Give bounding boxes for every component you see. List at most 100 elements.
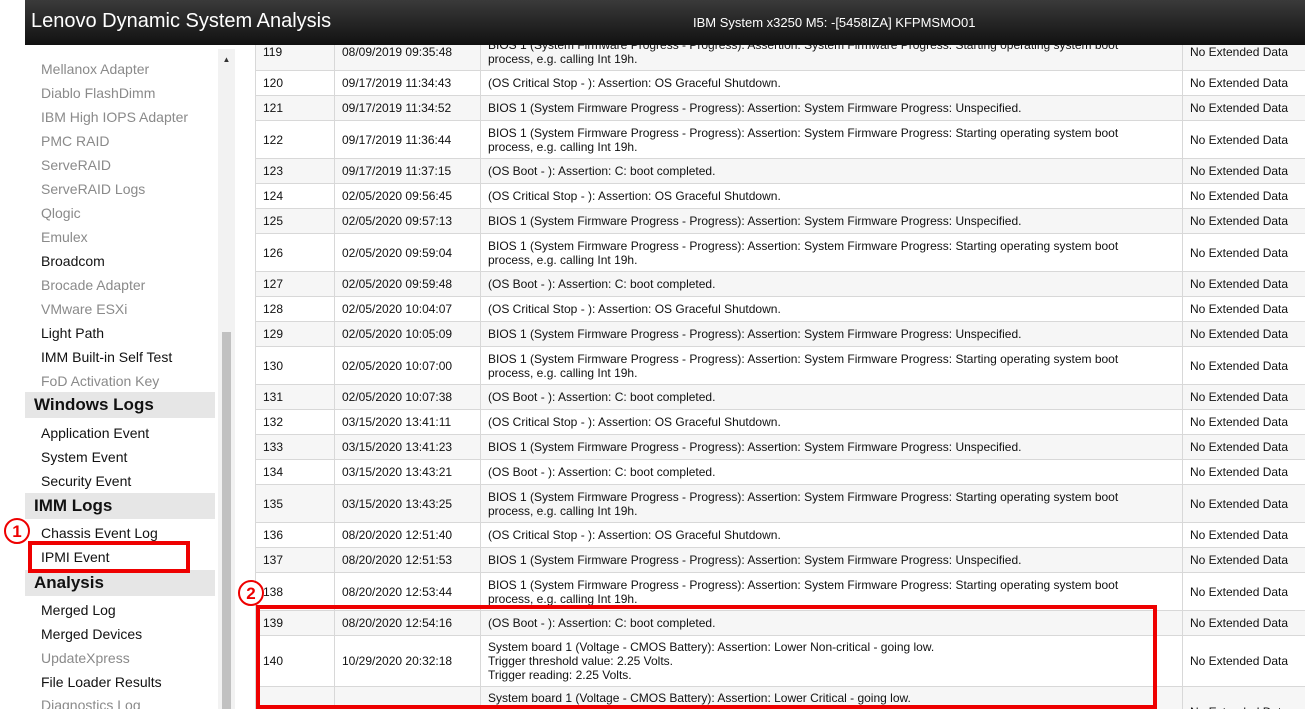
- event-message-cell: (OS Critical Stop - ): Assertion: OS Gra…: [480, 409, 1183, 435]
- scroll-up-arrow-icon[interactable]: ▲: [218, 53, 235, 67]
- event-message-line: BIOS 1 (System Firmware Progress - Progr…: [488, 214, 1022, 228]
- sidebar-item-diagnostics-log[interactable]: Diagnostics Log: [41, 697, 141, 709]
- table-row[interactable]: 130 02/05/2020 10:07:00 BIOS 1 (System Fir…: [255, 346, 1305, 385]
- sidebar-item-serveraid-logs[interactable]: ServeRAID Logs: [41, 181, 145, 197]
- sidebar-item-imm-built-in-self-test[interactable]: IMM Built-in Self Test: [41, 349, 172, 365]
- event-message-line: (OS Boot - ): Assertion: C: boot complet…: [488, 465, 716, 479]
- event-message-cell: BIOS 1 (System Firmware Progress - Progr…: [480, 346, 1183, 385]
- event-time-cell: 02/05/2020 10:07:00: [334, 346, 481, 385]
- sidebar-item-emulex[interactable]: Emulex: [41, 229, 88, 245]
- event-id-cell: 129: [255, 321, 335, 347]
- event-id-cell: 135: [255, 484, 335, 523]
- event-id-cell: 127: [255, 271, 335, 297]
- annotation-marker-1: 1: [4, 518, 30, 544]
- table-row[interactable]: 125 02/05/2020 09:57:13 BIOS 1 (System Fir…: [255, 208, 1305, 234]
- event-time-cell: 03/15/2020 13:43:21: [334, 459, 481, 485]
- extended-data-cell: No Extended Data: [1182, 346, 1305, 385]
- event-message-cell: BIOS 1 (System Firmware Progress - Progr…: [480, 233, 1183, 272]
- event-message-cell: BIOS 1 (System Firmware Progress - Progr…: [480, 45, 1183, 71]
- sidebar-item-system-event[interactable]: System Event: [41, 449, 127, 465]
- sidebar-item-mellanox-adapter[interactable]: Mellanox Adapter: [41, 61, 149, 77]
- event-time-cell: 08/20/2020 12:51:53: [334, 547, 481, 573]
- event-message-line: (OS Critical Stop - ): Assertion: OS Gra…: [488, 302, 781, 316]
- event-id-cell: 125: [255, 208, 335, 234]
- sidebar-item-serveraid[interactable]: ServeRAID: [41, 157, 111, 173]
- extended-data-cell: No Extended Data: [1182, 70, 1305, 96]
- table-row[interactable]: 134 03/15/2020 13:43:21 (OS Boot - ): Asse…: [255, 459, 1305, 485]
- sidebar-item-brocade-adapter[interactable]: Brocade Adapter: [41, 277, 145, 293]
- event-message-line: BIOS 1 (System Firmware Progress - Progr…: [488, 440, 1022, 454]
- event-message-line: BIOS 1 (System Firmware Progress - Progr…: [488, 577, 1119, 592]
- sidebar-item-qlogic[interactable]: Qlogic: [41, 205, 81, 221]
- sidebar-item-security-event[interactable]: Security Event: [41, 473, 131, 489]
- event-message-line: BIOS 1 (System Firmware Progress - Progr…: [488, 125, 1119, 140]
- table-row[interactable]: 136 08/20/2020 12:51:40 (OS Critical Stop …: [255, 522, 1305, 548]
- event-message-line: (OS Boot - ): Assertion: C: boot complet…: [488, 164, 716, 178]
- extended-data-cell: No Extended Data: [1182, 686, 1305, 709]
- event-id-cell: 124: [255, 183, 335, 209]
- table-row[interactable]: 128 02/05/2020 10:04:07 (OS Critical Stop …: [255, 296, 1305, 322]
- event-message-line: BIOS 1 (System Firmware Progress - Progr…: [488, 489, 1119, 504]
- highlight-box-ipmi-event: [28, 541, 190, 573]
- extended-data-cell: No Extended Data: [1182, 547, 1305, 573]
- system-title: IBM System x3250 M5: -[5458IZA] KFPMSMO0…: [693, 15, 976, 30]
- event-time-cell: 08/20/2020 12:51:40: [334, 522, 481, 548]
- table-row[interactable]: 120 09/17/2019 11:34:43 (OS Critical Stop …: [255, 70, 1305, 96]
- sidebar-item-ibm-high-iops-adapter[interactable]: IBM High IOPS Adapter: [41, 109, 188, 125]
- table-row[interactable]: 133 03/15/2020 13:41:23 BIOS 1 (System Fir…: [255, 434, 1305, 460]
- sidebar-item-updatexpress[interactable]: UpdateXpress: [41, 650, 130, 666]
- table-row[interactable]: 127 02/05/2020 09:59:48 (OS Boot - ): Asse…: [255, 271, 1305, 297]
- extended-data-cell: No Extended Data: [1182, 45, 1305, 71]
- extended-data-cell: No Extended Data: [1182, 635, 1305, 687]
- extended-data-cell: No Extended Data: [1182, 384, 1305, 410]
- section-header-imm-logs: IMM Logs: [25, 493, 215, 519]
- sidebar-item-light-path[interactable]: Light Path: [41, 325, 104, 341]
- scrollbar-thumb[interactable]: [222, 332, 231, 709]
- table-row[interactable]: 123 09/17/2019 11:37:15 (OS Boot - ): Asse…: [255, 158, 1305, 184]
- sidebar-item-diablo-flashdimm[interactable]: Diablo FlashDimm: [41, 85, 155, 101]
- sidebar-item-file-loader-results[interactable]: File Loader Results: [41, 674, 162, 690]
- sidebar-item-merged-log[interactable]: Merged Log: [41, 602, 116, 618]
- table-row[interactable]: 124 02/05/2020 09:56:45 (OS Critical Stop …: [255, 183, 1305, 209]
- event-message-line: BIOS 1 (System Firmware Progress - Progr…: [488, 327, 1022, 341]
- event-message-cell: BIOS 1 (System Firmware Progress - Progr…: [480, 434, 1183, 460]
- sidebar-item-chassis-event-log[interactable]: Chassis Event Log: [41, 525, 158, 541]
- extended-data-cell: No Extended Data: [1182, 459, 1305, 485]
- event-message-line: (OS Critical Stop - ): Assertion: OS Gra…: [488, 415, 781, 429]
- event-message-line: (OS Critical Stop - ): Assertion: OS Gra…: [488, 76, 781, 90]
- event-message-line: (OS Boot - ): Assertion: C: boot complet…: [488, 277, 716, 291]
- table-row[interactable]: 126 02/05/2020 09:59:04 BIOS 1 (System Fir…: [255, 233, 1305, 272]
- table-row[interactable]: 129 02/05/2020 10:05:09 BIOS 1 (System Fir…: [255, 321, 1305, 347]
- table-row[interactable]: 122 09/17/2019 11:36:44 BIOS 1 (System Fir…: [255, 120, 1305, 159]
- event-time-cell: 03/15/2020 13:41:11: [334, 409, 481, 435]
- sidebar-item-merged-devices[interactable]: Merged Devices: [41, 626, 142, 642]
- event-message-line: BIOS 1 (System Firmware Progress - Progr…: [488, 45, 1182, 52]
- event-id-cell: 122: [255, 120, 335, 159]
- sidebar-item-fod-activation-key[interactable]: FoD Activation Key: [41, 373, 159, 389]
- event-message-line: process, e.g. calling Int 19h.: [488, 252, 638, 267]
- sidebar-scrollbar[interactable]: ▲: [218, 49, 235, 709]
- table-row[interactable]: 131 02/05/2020 10:07:38 (OS Boot - ): Asse…: [255, 384, 1305, 410]
- table-row[interactable]: 11908/09/2019 09:35:48 BIOS 1 (System Fir…: [255, 45, 1305, 71]
- sidebar-item-vmware-esxi[interactable]: VMware ESXi: [41, 301, 127, 317]
- event-time-cell: 02/05/2020 09:57:13: [334, 208, 481, 234]
- table-row[interactable]: 121 09/17/2019 11:34:52 BIOS 1 (System Fir…: [255, 95, 1305, 121]
- table-row[interactable]: 137 08/20/2020 12:51:53 BIOS 1 (System Fir…: [255, 547, 1305, 573]
- table-row[interactable]: 132 03/15/2020 13:41:11 (OS Critical Stop …: [255, 409, 1305, 435]
- event-message-cell: BIOS 1 (System Firmware Progress - Progr…: [480, 120, 1183, 159]
- event-id-cell: 137: [255, 547, 335, 573]
- table-row[interactable]: 135 03/15/2020 13:43:25 BIOS 1 (System Fir…: [255, 484, 1305, 523]
- section-header-analysis: Analysis: [25, 570, 215, 596]
- event-id-cell: 121: [255, 95, 335, 121]
- event-time-cell: 02/05/2020 10:05:09: [334, 321, 481, 347]
- sidebar-item-broadcom[interactable]: Broadcom: [41, 253, 105, 269]
- left-margin: [0, 0, 25, 709]
- event-message-line: BIOS 1 (System Firmware Progress - Progr…: [488, 238, 1119, 253]
- event-id-cell: 130: [255, 346, 335, 385]
- event-message-line: process, e.g. calling Int 19h.: [488, 503, 638, 518]
- event-message-cell: BIOS 1 (System Firmware Progress - Progr…: [480, 208, 1183, 234]
- extended-data-cell: No Extended Data: [1182, 610, 1305, 636]
- sidebar-item-pmc-raid[interactable]: PMC RAID: [41, 133, 109, 149]
- sidebar-item-application-event[interactable]: Application Event: [41, 425, 149, 441]
- event-message-line: (OS Critical Stop - ): Assertion: OS Gra…: [488, 528, 781, 542]
